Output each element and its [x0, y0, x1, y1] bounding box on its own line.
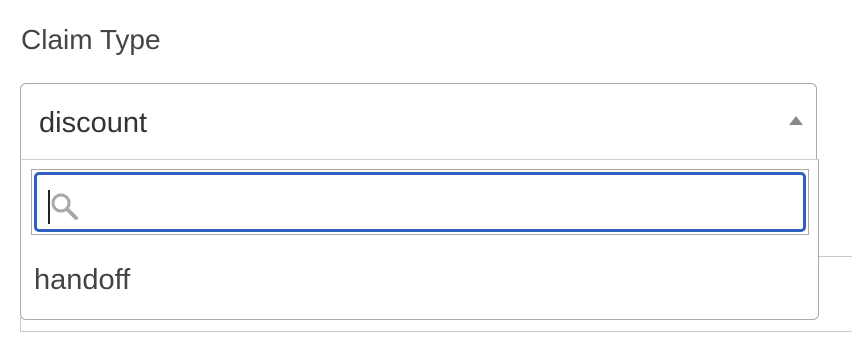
option-label: handoff [34, 264, 131, 296]
search-container [31, 169, 809, 235]
triangle-up-icon [789, 116, 803, 125]
background-field-border [818, 256, 852, 257]
background-field-border [20, 318, 21, 332]
background-field-border [20, 331, 852, 332]
claim-type-select[interactable]: discount [20, 83, 817, 161]
text-cursor [48, 190, 50, 224]
option-handoff[interactable]: handoff [21, 252, 818, 308]
claim-type-dropdown: handoff [20, 159, 819, 320]
claim-type-label: Claim Type [21, 24, 161, 55]
selected-value: discount [39, 107, 148, 139]
search-input[interactable] [34, 172, 806, 232]
